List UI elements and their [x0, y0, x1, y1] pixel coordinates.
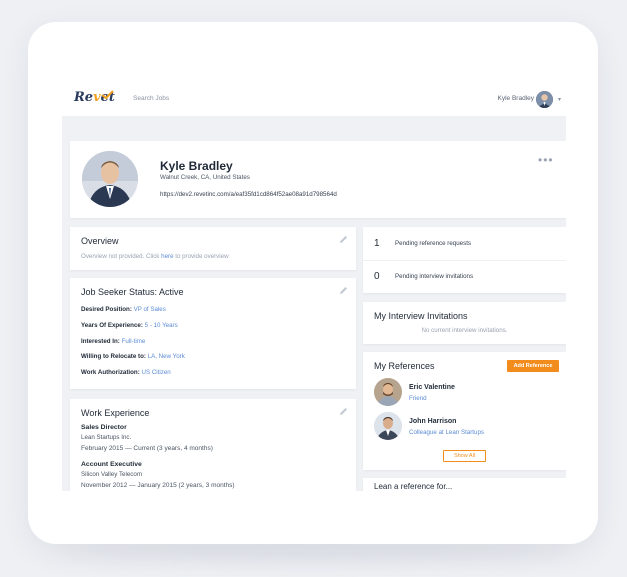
- field-desired-position: Desired Position: VP of Sales: [81, 306, 166, 313]
- reference-relation: Colleague at Lean Startups: [409, 429, 484, 436]
- pencil-icon[interactable]: [339, 235, 348, 244]
- profile-photo[interactable]: [82, 151, 138, 207]
- app-window: Revet Search Jobs Kyle Bradley ▾ Kyle Br…: [62, 84, 566, 491]
- profile-person-image: [82, 151, 138, 207]
- references-card: My References Add Reference Eric Valenti…: [363, 352, 566, 470]
- profile-location: Walnut Creek, CA, United States: [160, 174, 250, 181]
- job-company: Silicon Valley Telecom: [81, 471, 142, 478]
- search-jobs-link[interactable]: Search Jobs: [133, 95, 169, 102]
- references-title: My References: [374, 361, 435, 371]
- reference-person-image: [374, 378, 402, 406]
- job-company: Lean Startups Inc.: [81, 434, 132, 441]
- reference-avatar[interactable]: [374, 412, 402, 440]
- pending-interviews-count: 0: [374, 271, 380, 282]
- profile-header: Kyle Bradley Walnut Creek, CA, United St…: [70, 141, 566, 218]
- more-options-icon[interactable]: •••: [538, 153, 554, 167]
- pending-references-count: 1: [374, 238, 380, 249]
- pending-interviews-label[interactable]: Pending interview invitations: [395, 273, 473, 280]
- profile-name: Kyle Bradley: [160, 159, 233, 173]
- show-all-button[interactable]: Show All: [443, 450, 486, 462]
- logo-text-start: Re: [74, 90, 94, 105]
- avatar-person-icon: [536, 91, 553, 108]
- profile-url[interactable]: https://dev2.revetinc.com/a/eaf35fd1cd86…: [160, 191, 337, 198]
- user-name[interactable]: Kyle Bradley: [498, 95, 535, 102]
- field-value: VP of Sales: [133, 306, 166, 313]
- field-relocate: Willing to Relocate to: LA, New York: [81, 353, 185, 360]
- field-value: LA, New York: [147, 353, 185, 360]
- reference-name[interactable]: Eric Valentine: [409, 384, 455, 391]
- reference-relation: Friend: [409, 395, 427, 402]
- job-dates: November 2012 — January 2015 (2 years, 3…: [81, 482, 235, 489]
- field-key: Desired Position:: [81, 306, 132, 313]
- job-seeker-card: Job Seeker Status: Active Desired Positi…: [70, 278, 356, 389]
- pending-counts-card: 1 Pending reference requests 0 Pending i…: [363, 227, 566, 293]
- pending-references-label[interactable]: Pending reference requests: [395, 240, 471, 247]
- pencil-icon[interactable]: [339, 407, 348, 416]
- divider: [363, 260, 566, 261]
- interview-invitations-empty: No current interview invitations.: [421, 327, 508, 334]
- work-experience-title: Work Experience: [81, 408, 150, 418]
- job-dates: February 2015 — Current (3 years, 4 mont…: [81, 445, 213, 452]
- job-seeker-title: Job Seeker Status: Active: [81, 287, 184, 297]
- logo-check-icon: [101, 90, 114, 100]
- field-work-authorization: Work Authorization: US Citizen: [81, 369, 171, 376]
- overview-empty-prefix: Overview not provided. Click: [81, 253, 162, 260]
- field-key: Willing to Relocate to:: [81, 353, 146, 360]
- add-reference-button[interactable]: Add Reference: [507, 360, 559, 372]
- overview-card: Overview Overview not provided. Click he…: [70, 227, 356, 270]
- field-value: US Citizen: [141, 369, 171, 376]
- overview-here-link[interactable]: here: [161, 253, 173, 260]
- job-title: Sales Director: [81, 424, 127, 431]
- revet-logo[interactable]: Revet: [74, 90, 115, 105]
- overview-title: Overview: [81, 236, 119, 246]
- reference-name[interactable]: John Harrison: [409, 418, 456, 425]
- field-key: Years Of Experience:: [81, 322, 143, 329]
- field-value: Full-time: [121, 338, 146, 345]
- field-value: 5 - 10 Years: [144, 322, 178, 329]
- field-key: Work Authorization:: [81, 369, 140, 376]
- reference-avatar[interactable]: [374, 378, 402, 406]
- field-interested-in: Interested In: Full-time: [81, 338, 145, 345]
- interview-invitations-title: My Interview Invitations: [374, 311, 468, 321]
- user-avatar[interactable]: [536, 91, 553, 108]
- lower-right-title: Lean a reference for...: [374, 482, 453, 491]
- work-experience-card: Work Experience Sales Director Lean Star…: [70, 399, 356, 491]
- top-navigation: Revet Search Jobs Kyle Bradley ▾: [62, 84, 566, 116]
- chevron-down-icon[interactable]: ▾: [558, 96, 561, 103]
- pencil-icon[interactable]: [339, 286, 348, 295]
- overview-empty-suffix: to provide overview: [173, 253, 229, 260]
- lower-right-card: Lean a reference for...: [363, 478, 566, 491]
- reference-person-image: [374, 412, 402, 440]
- interview-invitations-card: My Interview Invitations No current inte…: [363, 302, 566, 344]
- field-years-experience: Years Of Experience: 5 - 10 Years: [81, 322, 178, 329]
- field-key: Interested In:: [81, 338, 120, 345]
- job-title: Account Executive: [81, 461, 142, 468]
- overview-empty-text: Overview not provided. Click here to pro…: [81, 253, 229, 260]
